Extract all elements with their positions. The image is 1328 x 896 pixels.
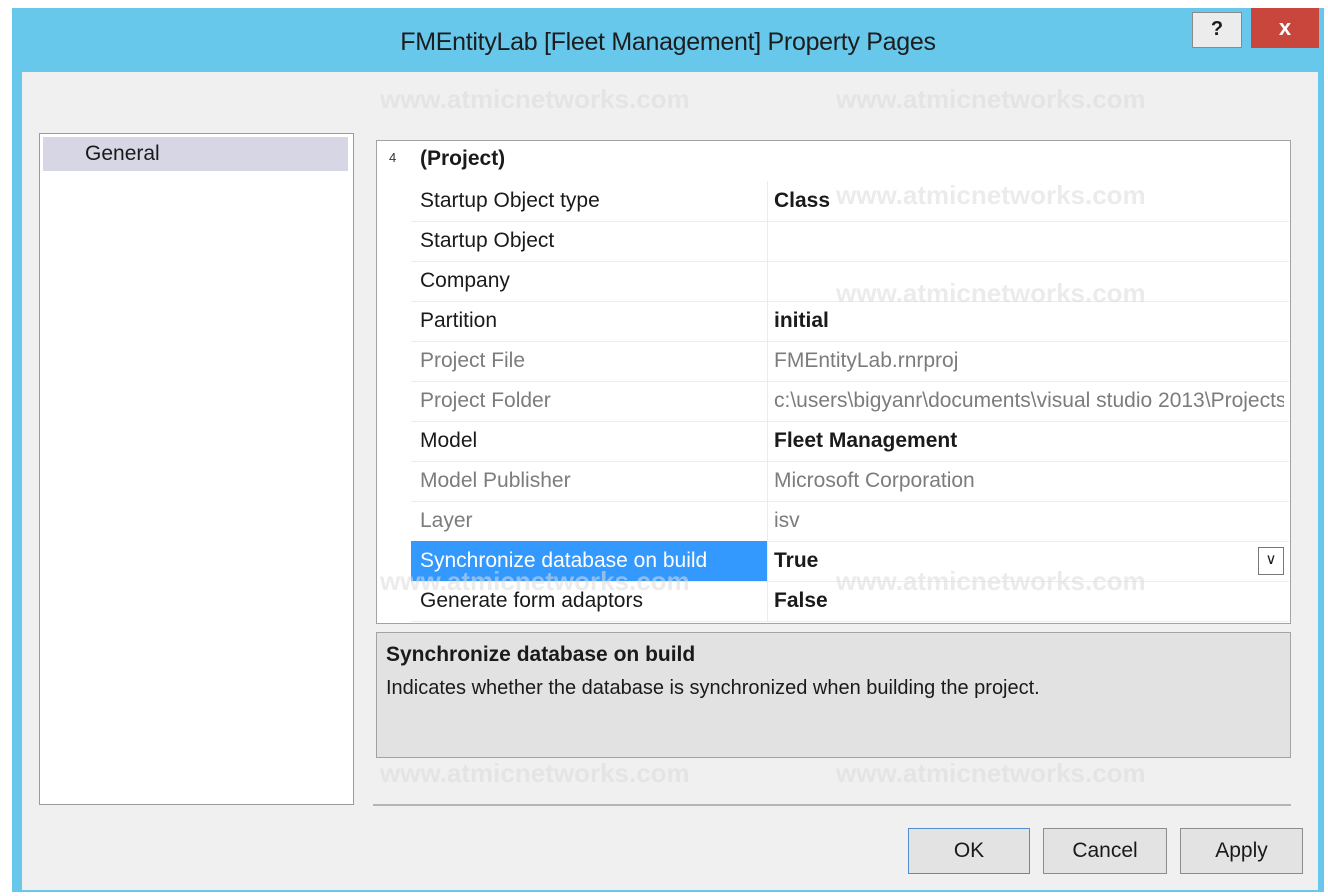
- dialog-client: General 4 (Project) Startup Object type …: [22, 72, 1318, 890]
- help-button[interactable]: ?: [1192, 12, 1242, 48]
- property-value[interactable]: Class: [774, 181, 1284, 221]
- window-title: FMEntityLab [Fleet Management] Property …: [400, 28, 936, 56]
- property-value: Microsoft Corporation: [774, 469, 975, 492]
- description-panel: Synchronize database on build Indicates …: [376, 632, 1291, 758]
- property-name: Startup Object type: [411, 181, 768, 221]
- property-row-company[interactable]: Company: [411, 261, 1289, 302]
- cancel-button[interactable]: Cancel: [1043, 828, 1167, 874]
- property-value[interactable]: [774, 221, 1284, 261]
- separator: [373, 804, 1291, 806]
- nav-list: General: [39, 133, 354, 805]
- property-name: Model Publisher: [411, 461, 768, 501]
- property-row-project-folder[interactable]: Project Folder c:\users\bigyanr\document…: [411, 381, 1289, 422]
- property-row-project-file[interactable]: Project File FMEntityLab.rnrproj: [411, 341, 1289, 382]
- property-row-model[interactable]: Model Fleet Management: [411, 421, 1289, 462]
- apply-button[interactable]: Apply: [1180, 828, 1303, 874]
- property-row-startup-object-type[interactable]: Startup Object type Class: [411, 181, 1289, 222]
- property-value: c:\users\bigyanr\documents\visual studio…: [774, 389, 1284, 412]
- ok-button[interactable]: OK: [908, 828, 1030, 874]
- dropdown-arrow-icon[interactable]: ∨: [1258, 547, 1284, 575]
- property-row-generate-form-adaptors[interactable]: Generate form adaptors False: [411, 581, 1289, 622]
- category-label: (Project): [420, 147, 506, 170]
- property-name: Generate form adaptors: [411, 581, 768, 621]
- description-title: Synchronize database on build: [386, 643, 696, 666]
- property-row-partition[interactable]: Partition initial: [411, 301, 1289, 342]
- description-text: Indicates whether the database is synchr…: [386, 677, 1040, 699]
- property-grid: 4 (Project) Startup Object type Class St…: [376, 140, 1291, 624]
- property-value[interactable]: initial: [774, 301, 1284, 341]
- property-value[interactable]: False: [774, 581, 1284, 621]
- collapse-arrow-icon[interactable]: 4: [389, 150, 396, 165]
- property-name: Synchronize database on build: [411, 541, 768, 581]
- property-row-model-publisher[interactable]: Model Publisher Microsoft Corporation: [411, 461, 1289, 502]
- property-name: Project Folder: [411, 381, 768, 421]
- property-name: Partition: [411, 301, 768, 341]
- category-project[interactable]: 4 (Project): [377, 143, 1290, 177]
- dialog-window: FMEntityLab [Fleet Management] Property …: [12, 8, 1324, 892]
- property-row-layer[interactable]: Layer isv: [411, 501, 1289, 542]
- nav-item-label: General: [85, 142, 160, 165]
- property-value[interactable]: [774, 261, 1284, 301]
- property-name: Startup Object: [411, 221, 768, 261]
- close-button[interactable]: x: [1251, 8, 1319, 48]
- property-name: Model: [411, 421, 768, 461]
- property-value[interactable]: Fleet Management: [774, 421, 1284, 461]
- property-name: Company: [411, 261, 768, 301]
- nav-item-general[interactable]: General: [43, 137, 348, 171]
- property-row-startup-object[interactable]: Startup Object: [411, 221, 1289, 262]
- property-name: Layer: [411, 501, 768, 541]
- property-name: Project File: [411, 341, 768, 381]
- property-value: isv: [774, 509, 800, 532]
- property-value: FMEntityLab.rnrproj: [774, 349, 959, 372]
- property-value[interactable]: True: [774, 541, 1284, 581]
- property-row-synchronize-database[interactable]: Synchronize database on build True ∨: [411, 541, 1289, 582]
